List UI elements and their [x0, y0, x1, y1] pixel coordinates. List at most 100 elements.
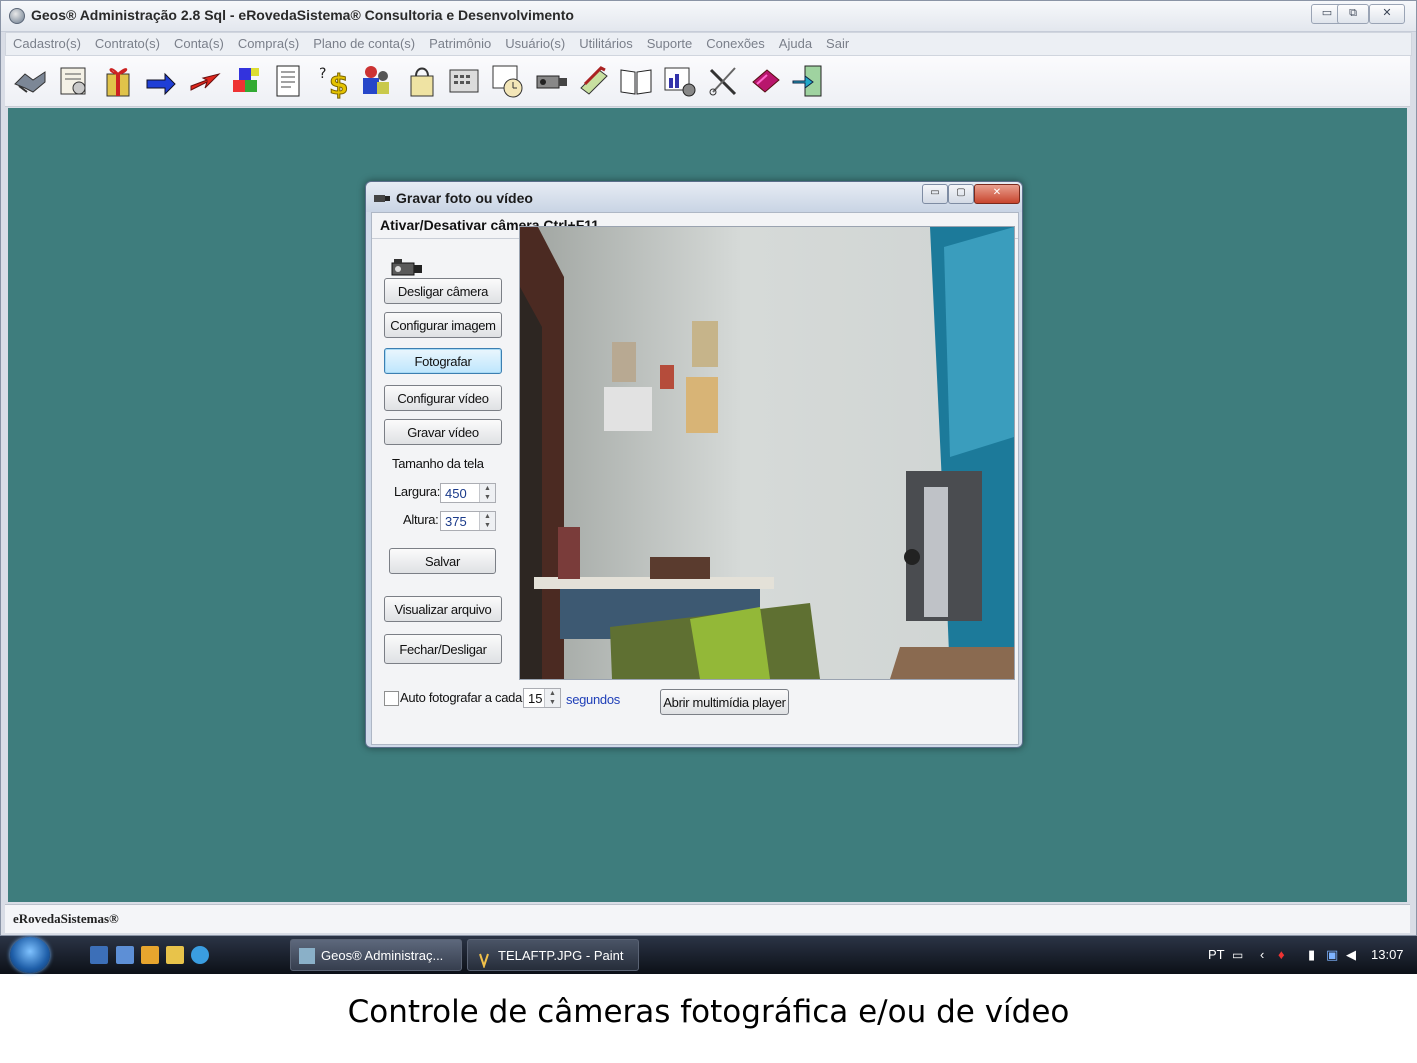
- books-icon[interactable]: [575, 62, 613, 100]
- altura-label: Altura:: [403, 512, 439, 527]
- paint-brush-icon: [476, 948, 492, 970]
- app-icon: [9, 8, 25, 24]
- task-paint[interactable]: TELAFTP.JPG - Paint: [467, 939, 639, 971]
- calculator-icon[interactable]: [445, 62, 483, 100]
- open-book-icon[interactable]: [617, 62, 655, 100]
- calendar-clock-icon[interactable]: [489, 62, 527, 100]
- close-button[interactable]: ✕: [1369, 4, 1405, 24]
- spin-down-icon[interactable]: ▼: [480, 521, 495, 530]
- menu-utilitarios[interactable]: Utilitários: [572, 33, 639, 55]
- segundos-label: segundos: [566, 692, 620, 707]
- camera-icon[interactable]: [533, 62, 571, 100]
- desligar-camera-button[interactable]: Desligar câmera: [384, 278, 502, 304]
- abrir-player-button[interactable]: Abrir multimídia player: [660, 689, 789, 715]
- document-icon[interactable]: [269, 62, 307, 100]
- svg-text:?: ?: [319, 66, 326, 82]
- security-icon[interactable]: ♦: [1278, 936, 1285, 974]
- cubes-icon[interactable]: [227, 62, 265, 100]
- dialog-titlebar[interactable]: Gravar foto ou vídeo ▭ ▢ ✕: [366, 182, 1022, 212]
- toolbar: ? $: [5, 56, 1410, 107]
- dialog-maximize-button[interactable]: ▢: [948, 184, 974, 204]
- menu-plano-de-contas[interactable]: Plano de conta(s): [306, 33, 422, 55]
- start-button[interactable]: [10, 937, 50, 973]
- salvar-button[interactable]: Salvar: [389, 548, 496, 574]
- keyboard-icon[interactable]: ▭: [1232, 936, 1243, 974]
- internet-explorer-icon[interactable]: [191, 946, 209, 964]
- money-icon[interactable]: ? $: [317, 62, 355, 102]
- clock[interactable]: 13:07: [1371, 936, 1404, 974]
- dialog-title: Gravar foto ou vídeo: [396, 190, 533, 206]
- dialog-minimize-button[interactable]: ▭: [922, 184, 948, 204]
- spin-down-icon[interactable]: ▼: [545, 698, 560, 707]
- auto-interval-value: 15: [528, 691, 543, 706]
- menu-conexoes[interactable]: Conexões: [699, 33, 772, 55]
- fechar-desligar-button[interactable]: Fechar/Desligar: [384, 634, 502, 664]
- auto-fotografar-checkbox[interactable]: [384, 691, 399, 706]
- fotografar-button[interactable]: Fotografar: [384, 348, 502, 374]
- menu-bar: Cadastro(s) Contrato(s) Conta(s) Compra(s) P…: [5, 32, 1412, 56]
- handshake-icon[interactable]: [11, 62, 49, 100]
- status-bar: eRovedaSistemas®: [5, 904, 1410, 933]
- spin-up-icon[interactable]: ▲: [480, 484, 495, 493]
- auto-fotografar-label: Auto fotografar a cada: [400, 690, 523, 705]
- menu-ajuda[interactable]: Ajuda: [772, 33, 819, 55]
- menu-usuarios[interactable]: Usuário(s): [498, 33, 572, 55]
- show-desktop-icon[interactable]: [90, 946, 108, 964]
- svg-text:$: $: [329, 68, 348, 100]
- task-geos[interactable]: Geos® Administraç...: [290, 939, 462, 971]
- certificate-icon[interactable]: [55, 62, 93, 100]
- auto-interval-spinner[interactable]: 15 ▲ ▼: [523, 688, 561, 708]
- menu-contratos[interactable]: Contrato(s): [88, 33, 167, 55]
- altura-spinner[interactable]: 375 ▲ ▼: [440, 511, 496, 531]
- altura-value: 375: [445, 514, 467, 529]
- tray-expand-icon[interactable]: ‹: [1260, 936, 1264, 974]
- language-indicator[interactable]: PT: [1208, 936, 1225, 974]
- tamanho-label: Tamanho da tela: [392, 456, 484, 471]
- task-paint-label: TELAFTP.JPG - Paint: [498, 948, 624, 963]
- exit-door-icon[interactable]: [791, 62, 829, 100]
- camera-dialog: Gravar foto ou vídeo ▭ ▢ ✕ Ativar/Desati…: [365, 181, 1023, 748]
- dialog-close-button[interactable]: ✕: [974, 184, 1020, 204]
- app-window: Geos® Administração 2.8 Sql - eRovedaSis…: [0, 0, 1417, 936]
- menu-suporte[interactable]: Suporte: [640, 33, 700, 55]
- spin-up-icon[interactable]: ▲: [480, 512, 495, 521]
- largura-value: 450: [445, 486, 467, 501]
- window-switch-icon[interactable]: [116, 946, 134, 964]
- camera-icon: [374, 191, 390, 209]
- menu-cadastros[interactable]: Cadastro(s): [6, 33, 88, 55]
- blue-arrow-icon[interactable]: [141, 62, 179, 100]
- bag-icon[interactable]: [403, 62, 441, 100]
- menu-patrimonio[interactable]: Patrimônio: [422, 33, 498, 55]
- slide-caption: Controle de câmeras fotográfica e/ou de …: [347, 994, 1070, 1030]
- battery-icon[interactable]: ▮: [1308, 936, 1315, 974]
- taskbar: Geos® Administraç... TELAFTP.JPG - Paint…: [0, 936, 1417, 974]
- configurar-video-button[interactable]: Configurar vídeo: [384, 385, 502, 411]
- spin-up-icon[interactable]: ▲: [545, 689, 560, 698]
- volume-icon[interactable]: ◀: [1346, 936, 1356, 974]
- mail-icon[interactable]: [166, 946, 184, 964]
- geos-app-icon: [299, 948, 315, 964]
- gravar-video-button[interactable]: Gravar vídeo: [384, 419, 502, 445]
- dialog-body: Ativar/Desativar câmera Ctrl+F11 Desliga…: [371, 212, 1019, 745]
- media-player-icon[interactable]: [141, 946, 159, 964]
- menu-compras[interactable]: Compra(s): [231, 33, 306, 55]
- chart-gear-icon[interactable]: [661, 62, 699, 100]
- menu-sair[interactable]: Sair: [819, 33, 856, 55]
- menu-contas[interactable]: Conta(s): [167, 33, 231, 55]
- app-title: Geos® Administração 2.8 Sql - eRovedaSis…: [31, 7, 574, 23]
- network-icon[interactable]: ▣: [1326, 936, 1338, 974]
- gift-icon[interactable]: [99, 62, 137, 100]
- book-icon[interactable]: [747, 62, 785, 100]
- largura-label: Largura:: [394, 484, 441, 499]
- spin-down-icon[interactable]: ▼: [480, 493, 495, 502]
- status-text: eRovedaSistemas®: [13, 911, 119, 926]
- restore-button[interactable]: ⧉: [1337, 4, 1369, 24]
- camera-preview: [519, 226, 1015, 680]
- people-icon[interactable]: [357, 62, 395, 100]
- tools-icon[interactable]: [705, 62, 743, 100]
- red-arrow-icon[interactable]: [185, 62, 223, 100]
- app-titlebar[interactable]: Geos® Administração 2.8 Sql - eRovedaSis…: [1, 1, 1416, 32]
- configurar-imagem-button[interactable]: Configurar imagem: [384, 312, 502, 338]
- largura-spinner[interactable]: 450 ▲ ▼: [440, 483, 496, 503]
- visualizar-arquivo-button[interactable]: Visualizar arquivo: [384, 596, 502, 622]
